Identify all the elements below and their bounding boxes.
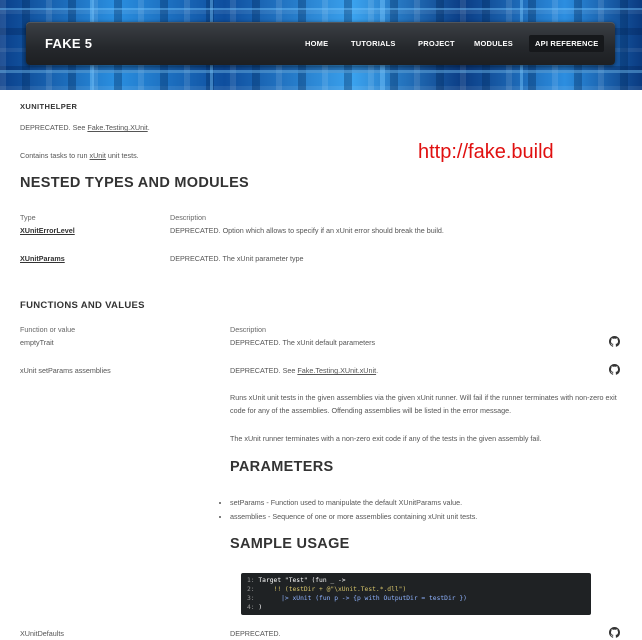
nested-col-type: Type: [20, 213, 36, 222]
module-title: XUNITHELPER: [20, 102, 78, 111]
function-deprecation-text: DEPRECATED. See: [230, 366, 298, 375]
function-name: XUnitDefaults: [20, 629, 64, 638]
deprecation-link[interactable]: Fake.Testing.XUnit: [87, 123, 147, 132]
navbar: FAKE 5 HOME TUTORIALS PROJECT MODULES AP…: [26, 22, 615, 65]
functions-col-description: Description: [230, 325, 266, 334]
github-icon[interactable]: [609, 627, 620, 638]
nested-type-link[interactable]: XUnitParams: [20, 254, 65, 263]
nav-api-reference[interactable]: API REFERENCE: [529, 35, 605, 52]
summary-text: Contains tasks to run: [20, 151, 90, 160]
code-line: 2: !! (testDir + @"\xUnit.Test.*.dll"): [247, 586, 407, 593]
nav-home[interactable]: HOME: [305, 39, 328, 48]
summary-suffix: unit tests.: [105, 151, 139, 160]
code-line: 3: |> xUnit (fun p -> {p with OutputDir …: [247, 595, 467, 602]
sample-usage-heading: SAMPLE USAGE: [230, 536, 350, 552]
nested-type-description: DEPRECATED. Option which allows to speci…: [170, 226, 444, 235]
functions-col-name: Function or value: [20, 325, 76, 334]
module-summary: Contains tasks to run xUnit unit tests.: [20, 151, 139, 160]
function-name: emptyTrait: [20, 338, 54, 347]
nested-col-description: Description: [170, 213, 206, 222]
function-detail-paragraph: The xUnit runner terminates with a non-z…: [230, 434, 542, 443]
parameters-list: setParams - Function used to manipulate …: [218, 498, 477, 526]
github-icon[interactable]: [609, 364, 620, 375]
function-description: DEPRECATED. See Fake.Testing.XUnit.xUnit…: [230, 366, 378, 375]
module-deprecation: DEPRECATED. See Fake.Testing.XUnit.: [20, 123, 150, 132]
function-detail-paragraph: Runs xUnit unit tests in the given assem…: [230, 393, 617, 415]
watermark-url: http://fake.build: [418, 141, 554, 163]
brand-logo[interactable]: FAKE 5: [45, 36, 92, 51]
parameters-heading: PARAMETERS: [230, 459, 334, 475]
parameter-item: assemblies - Sequence of one or more ass…: [230, 512, 477, 521]
code-line: 1: Target "Test" (fun _ ->: [247, 577, 346, 584]
deprecation-text: DEPRECATED. See: [20, 123, 88, 132]
code-sample: 1: Target "Test" (fun _ -> 2: !! (testDi…: [241, 573, 591, 615]
github-icon[interactable]: [609, 336, 620, 347]
functions-heading: FUNCTIONS AND VALUES: [20, 300, 145, 311]
nested-type-link[interactable]: XUnitErrorLevel: [20, 226, 75, 235]
nav-project[interactable]: PROJECT: [418, 39, 455, 48]
function-description: DEPRECATED.: [230, 629, 281, 638]
nav-modules[interactable]: MODULES: [474, 39, 513, 48]
xunit-link[interactable]: xUnit: [90, 151, 106, 160]
function-deprecation-link[interactable]: Fake.Testing.XUnit.xUnit: [297, 366, 376, 375]
code-line: 4: ): [247, 604, 263, 611]
function-description: DEPRECATED. The xUnit default parameters: [230, 338, 376, 347]
nested-types-heading: NESTED TYPES AND MODULES: [20, 175, 250, 191]
parameter-item: setParams - Function used to manipulate …: [230, 498, 477, 507]
function-name: xUnit setParams assemblies: [20, 366, 111, 375]
nested-type-description: DEPRECATED. The xUnit parameter type: [170, 254, 304, 263]
deprecation-suffix: .: [147, 123, 150, 132]
function-deprecation-suffix: .: [376, 366, 379, 375]
nav-tutorials[interactable]: TUTORIALS: [351, 39, 396, 48]
